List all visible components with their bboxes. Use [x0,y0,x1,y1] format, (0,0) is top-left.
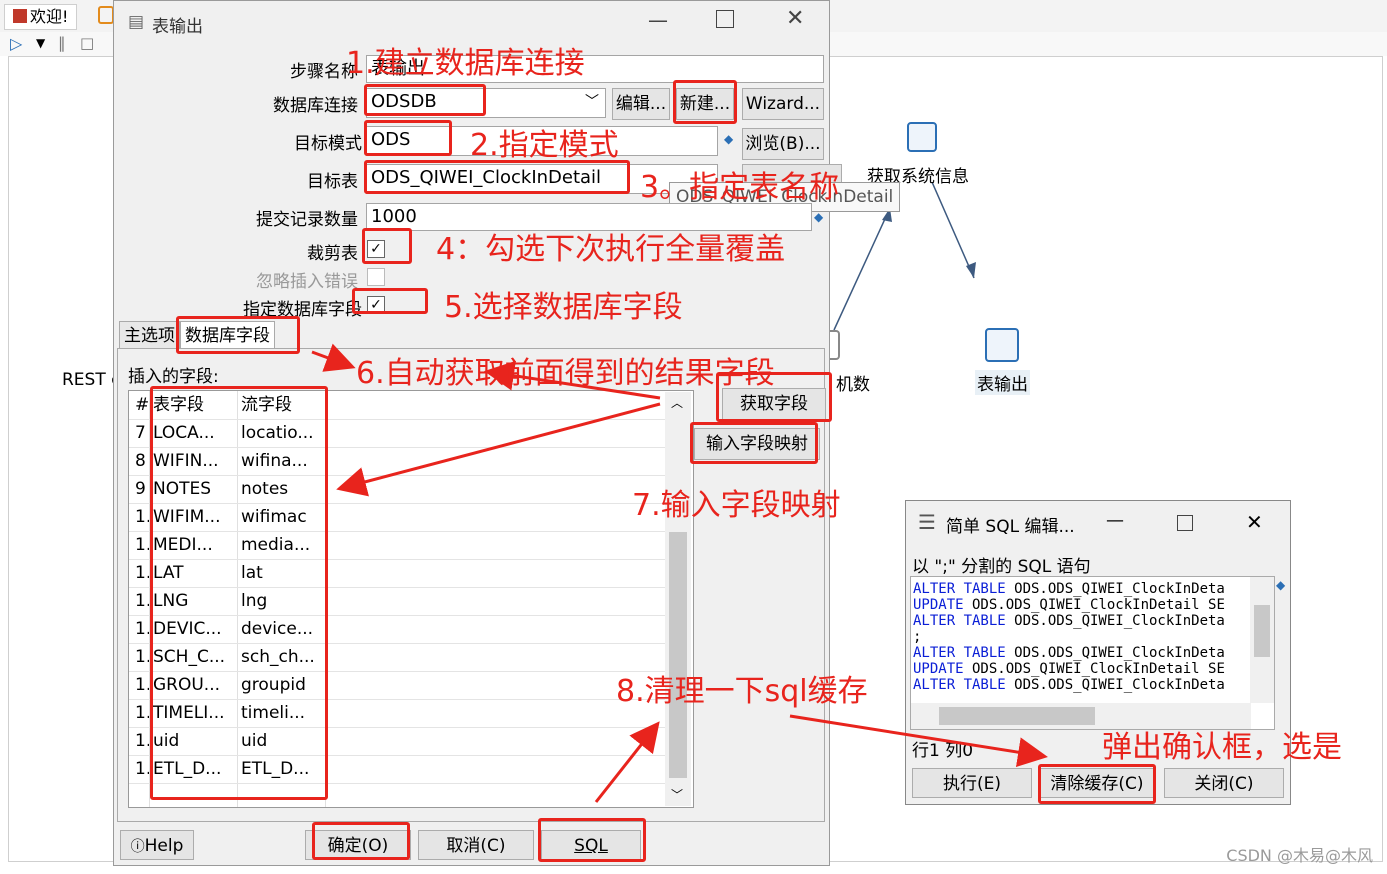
annotation-step8: 8.清理一下sql缓存 [616,674,868,709]
annotation-step7: 7.输入字段映射 [632,488,841,523]
annotation-step3: 3。指定表名称 [640,170,840,205]
annotation-step1: 1.建立数据库连接 [346,46,585,81]
annotation-step2: 2.指定模式 [470,128,619,163]
annotation-popup: 弹出确认框，选是 [1102,730,1342,765]
annotation-step5: 5.选择数据库字段 [444,290,683,325]
annotation-step4: 4：勾选下次执行全量覆盖 [436,232,786,267]
watermark: CSDN @木易@木风 [1226,846,1373,865]
annotation-step6: 6.自动获取前面得到的结果字段 [356,356,775,391]
